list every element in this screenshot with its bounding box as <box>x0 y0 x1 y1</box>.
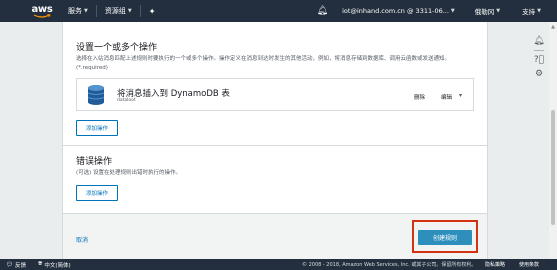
feedback-label: 反馈 <box>14 262 26 269</box>
scroll-up-icon[interactable]: ▲ <box>549 24 557 30</box>
feedback-link[interactable]: 💬︎ 反馈 <box>6 261 26 269</box>
cancel-link[interactable]: 取消 <box>76 235 88 244</box>
aws-logo[interactable]: aws <box>28 0 56 22</box>
nav-divider <box>95 5 97 17</box>
language-label: 中文(简体) <box>44 262 71 269</box>
region-menu[interactable]: 俄勒冈 ▼ <box>475 6 500 16</box>
form-footer: 取消 创建规则 <box>63 213 487 259</box>
nav-divider <box>139 5 141 17</box>
create-button-highlight: 创建规则 <box>412 220 478 253</box>
terms-link[interactable]: 使用条款 <box>519 261 539 268</box>
chevron-down-icon: ▼ <box>537 8 541 14</box>
account-label: iot@inhand.com.cn @ 3311-06... <box>342 7 449 15</box>
resource-groups-menu[interactable]: 资源组 ▼ <box>105 6 132 16</box>
services-menu[interactable]: 服务 ▼ <box>68 6 88 16</box>
action-subtitle: dataloot <box>117 98 136 103</box>
support-menu[interactable]: 支持 ▼ <box>522 6 541 16</box>
aws-smile-icon <box>33 13 51 18</box>
create-rule-button[interactable]: 创建规则 <box>418 230 472 245</box>
top-nav-right: 🔔︎ iot@inhand.com.cn @ 3311-06... ▼ 俄勒冈 … <box>317 0 557 22</box>
side-toolbar: 🔔︎ ?⃝ ⚙ <box>530 36 548 79</box>
dynamodb-action-card: 将消息插入到 DynamoDB 表 dataloot 删除 编辑 ▾ <box>76 78 474 111</box>
actions-description: 选择在入站消息匹配上述规则时要执行的一个或多个操作。操作定义在消息到达时发生的其… <box>76 56 451 71</box>
account-menu[interactable]: iot@inhand.com.cn @ 3311-06... ▼ <box>342 7 455 15</box>
delete-action-link[interactable]: 删除 <box>414 93 425 101</box>
privacy-link[interactable]: 隐私策略 <box>485 261 505 268</box>
chevron-down-icon: ▼ <box>496 8 501 14</box>
pin-icon[interactable]: ✦ <box>149 7 156 16</box>
services-label: 服务 <box>68 7 82 15</box>
chevron-down-icon: ▼ <box>84 8 88 14</box>
rule-editor-panel: 设置一个或多个操作 选择在入站消息匹配上述规则时要执行的一个或多个操作。操作定义… <box>62 22 488 259</box>
add-action-button[interactable]: 添加操作 <box>76 120 118 136</box>
resource-groups-label: 资源组 <box>104 7 126 15</box>
notification-icon[interactable]: 🔔︎ <box>533 36 544 46</box>
region-label: 俄勒冈 <box>474 8 495 16</box>
section-divider <box>63 145 487 146</box>
chevron-down-icon[interactable]: ▾ <box>459 92 462 99</box>
bottom-bar: 💬︎ 反馈 🌐︎ 中文(简体) © 2008 - 2018, Amazon We… <box>0 259 557 270</box>
aws-logo-text: aws <box>31 3 53 15</box>
chevron-down-icon: ▼ <box>450 8 455 14</box>
settings-icon[interactable]: ⚙ <box>535 69 543 79</box>
bell-icon[interactable]: 🔔︎ <box>317 6 328 16</box>
chevron-down-icon: ▼ <box>127 8 132 14</box>
error-description: (可选) 设置在处理规则出错时执行的操作。 <box>76 170 182 176</box>
edit-action-link[interactable]: 编辑 <box>441 93 452 101</box>
help-icon[interactable]: ?⃝ <box>534 55 544 65</box>
globe-icon: 🌐︎ <box>38 261 43 267</box>
add-error-action-button[interactable]: 添加操作 <box>76 185 118 201</box>
copyright-text: © 2008 - 2018, Amazon Web Services, Inc.… <box>302 262 477 268</box>
error-section-title: 错误操作 <box>76 157 113 167</box>
top-navigation: aws 服务 ▼ 资源组 ▼ ✦ 🔔︎ iot@inhand.com.cn @ … <box>0 0 557 22</box>
side-divider <box>534 50 544 51</box>
feedback-icon: 💬︎ <box>6 261 13 268</box>
support-label: 支持 <box>522 8 536 16</box>
dynamodb-icon <box>87 84 105 108</box>
scrollbar-thumb[interactable] <box>551 110 555 225</box>
language-selector[interactable]: 🌐︎ 中文(简体) <box>38 261 71 269</box>
actions-section-title: 设置一个或多个操作 <box>76 43 158 53</box>
scrollbar[interactable]: ▲ <box>549 22 557 259</box>
